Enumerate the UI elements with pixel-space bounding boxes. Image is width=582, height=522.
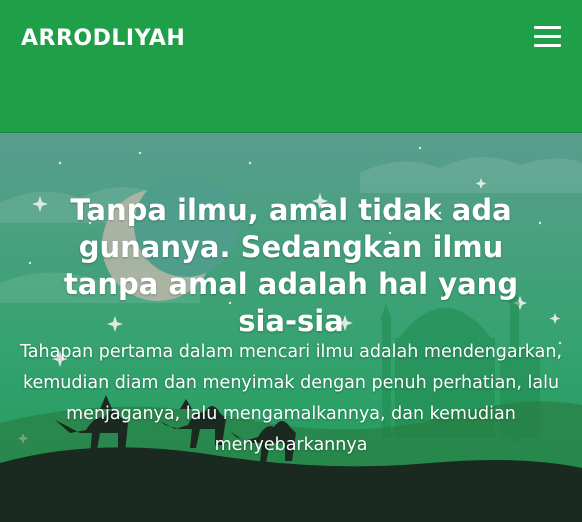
hero-banner: Tanpa ilmu, amal tidak ada gunanya. Seda… — [0, 133, 582, 522]
hamburger-menu-icon[interactable] — [534, 26, 561, 48]
site-brand-logo[interactable]: ARRODLIYAH — [21, 26, 185, 51]
site-header: ARRODLIYAH — [0, 0, 582, 133]
hero-title: Tanpa ilmu, amal tidak ada gunanya. Seda… — [63, 193, 519, 338]
hero-description: Tahapan pertama dalam mencari ilmu adala… — [19, 342, 563, 455]
